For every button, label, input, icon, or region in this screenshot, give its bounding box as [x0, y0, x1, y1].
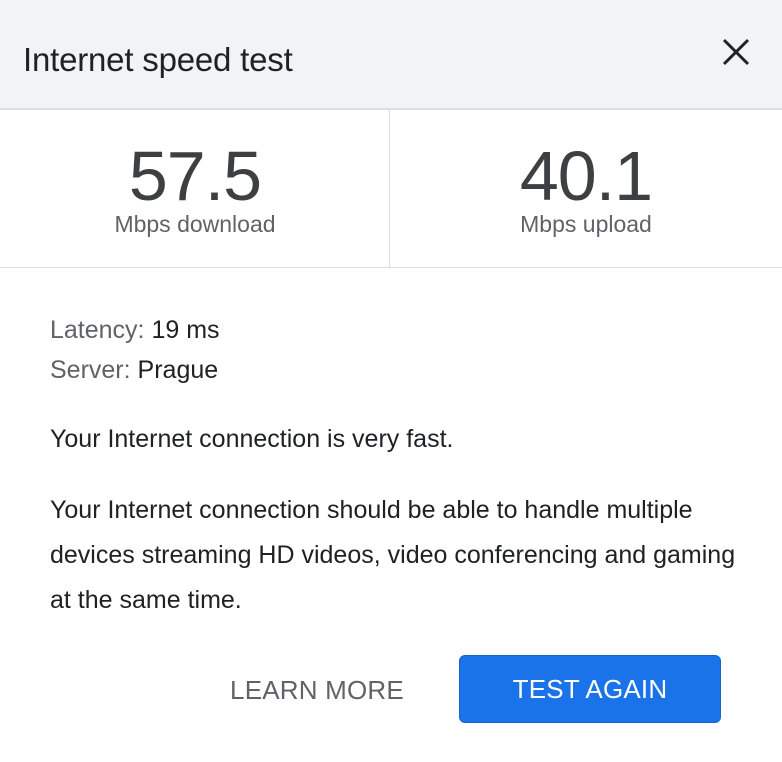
server-value: Prague — [137, 356, 219, 384]
upload-speed-value: 40.1 — [519, 137, 653, 215]
latency-value: 19 ms — [151, 316, 220, 344]
latency-row: Latency: 19 ms — [50, 310, 740, 350]
speed-verdict: Your Internet connection is very fast. — [50, 425, 454, 453]
test-again-button[interactable]: TEST AGAIN — [459, 655, 721, 723]
latency-label: Latency: — [50, 316, 145, 344]
learn-more-button[interactable]: LEARN MORE — [210, 668, 424, 712]
server-label: Server: — [50, 356, 131, 384]
speed-test-dialog: Internet speed test 57.5 Mbps download 4… — [0, 0, 782, 762]
speed-description: Your Internet connection should be able … — [50, 496, 736, 614]
download-speed-unit: Mbps download — [114, 211, 276, 237]
download-result: 57.5 Mbps download — [0, 110, 390, 267]
close-icon — [722, 38, 750, 66]
download-speed-value: 57.5 — [128, 137, 262, 215]
dialog-title: Internet speed test — [23, 41, 293, 78]
connection-details: Latency: 19 ms Server: Prague — [50, 310, 740, 390]
upload-speed-unit: Mbps upload — [520, 211, 652, 237]
upload-result: 40.1 Mbps upload — [390, 110, 782, 267]
server-row: Server: Prague — [50, 350, 740, 390]
dialog-header: Internet speed test — [0, 0, 782, 110]
speed-results: 57.5 Mbps download 40.1 Mbps upload — [0, 110, 782, 268]
close-button[interactable] — [712, 28, 760, 76]
